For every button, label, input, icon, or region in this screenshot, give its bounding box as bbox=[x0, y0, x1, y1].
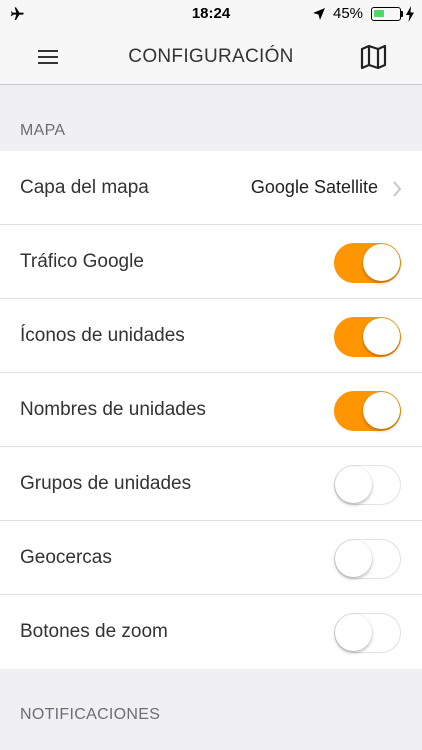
status-bar: 18:24 45% bbox=[0, 0, 422, 28]
battery-tip bbox=[401, 11, 403, 17]
toggle-label: Botones de zoom bbox=[20, 621, 168, 642]
switch-knob bbox=[335, 614, 372, 651]
toggle-label: Grupos de unidades bbox=[20, 473, 192, 494]
location-arrow-icon bbox=[313, 8, 325, 20]
toggle-row-iconos-unidades: Íconos de unidades bbox=[0, 299, 422, 373]
charging-bolt-icon bbox=[406, 6, 414, 22]
map-layer-value: Google Satellite bbox=[250, 177, 378, 197]
switch-knob bbox=[363, 392, 400, 429]
toggle-row-grupos-unidades: Grupos de unidades bbox=[0, 447, 422, 521]
page-title: CONFIGURACIÓN bbox=[128, 46, 294, 67]
toggle-row-botones-zoom: Botones de zoom bbox=[0, 595, 422, 669]
section-header-mapa: MAPA bbox=[20, 122, 66, 139]
chevron-right-icon bbox=[393, 181, 402, 197]
geocercas-switch[interactable] bbox=[334, 539, 401, 579]
nombres-unidades-switch[interactable] bbox=[334, 391, 401, 431]
toggle-label: Geocercas bbox=[20, 547, 112, 568]
toggle-label: Tráfico Google bbox=[20, 251, 144, 272]
map-icon[interactable] bbox=[356, 42, 392, 72]
grupos-unidades-switch[interactable] bbox=[334, 465, 401, 505]
switch-knob bbox=[363, 244, 400, 281]
battery-icon bbox=[371, 7, 401, 21]
toggle-label: Íconos de unidades bbox=[20, 325, 185, 346]
toggle-label: Nombres de unidades bbox=[20, 399, 206, 420]
section-header-notificaciones: NOTIFICACIONES bbox=[20, 706, 161, 723]
switch-knob bbox=[363, 318, 400, 355]
toggle-row-nombres-unidades: Nombres de unidades bbox=[0, 373, 422, 447]
map-layer-row[interactable]: Capa del mapa Google Satellite bbox=[0, 151, 422, 225]
iconos-unidades-switch[interactable] bbox=[334, 317, 401, 357]
toggle-row-geocercas: Geocercas bbox=[0, 521, 422, 595]
map-layer-label: Capa del mapa bbox=[20, 177, 149, 198]
switch-knob bbox=[335, 466, 372, 503]
hamburger-menu-icon[interactable] bbox=[28, 44, 68, 70]
nav-bar: CONFIGURACIÓN bbox=[0, 28, 422, 85]
battery-percent: 45% bbox=[333, 5, 364, 22]
settings-group-mapa: Capa del mapa Google Satellite Tráfico G… bbox=[0, 151, 422, 669]
switch-knob bbox=[335, 540, 372, 577]
trafico-google-switch[interactable] bbox=[334, 243, 401, 283]
toggle-row-trafico-google: Tráfico Google bbox=[0, 225, 422, 299]
botones-zoom-switch[interactable] bbox=[334, 613, 401, 653]
battery-fill bbox=[374, 10, 385, 17]
